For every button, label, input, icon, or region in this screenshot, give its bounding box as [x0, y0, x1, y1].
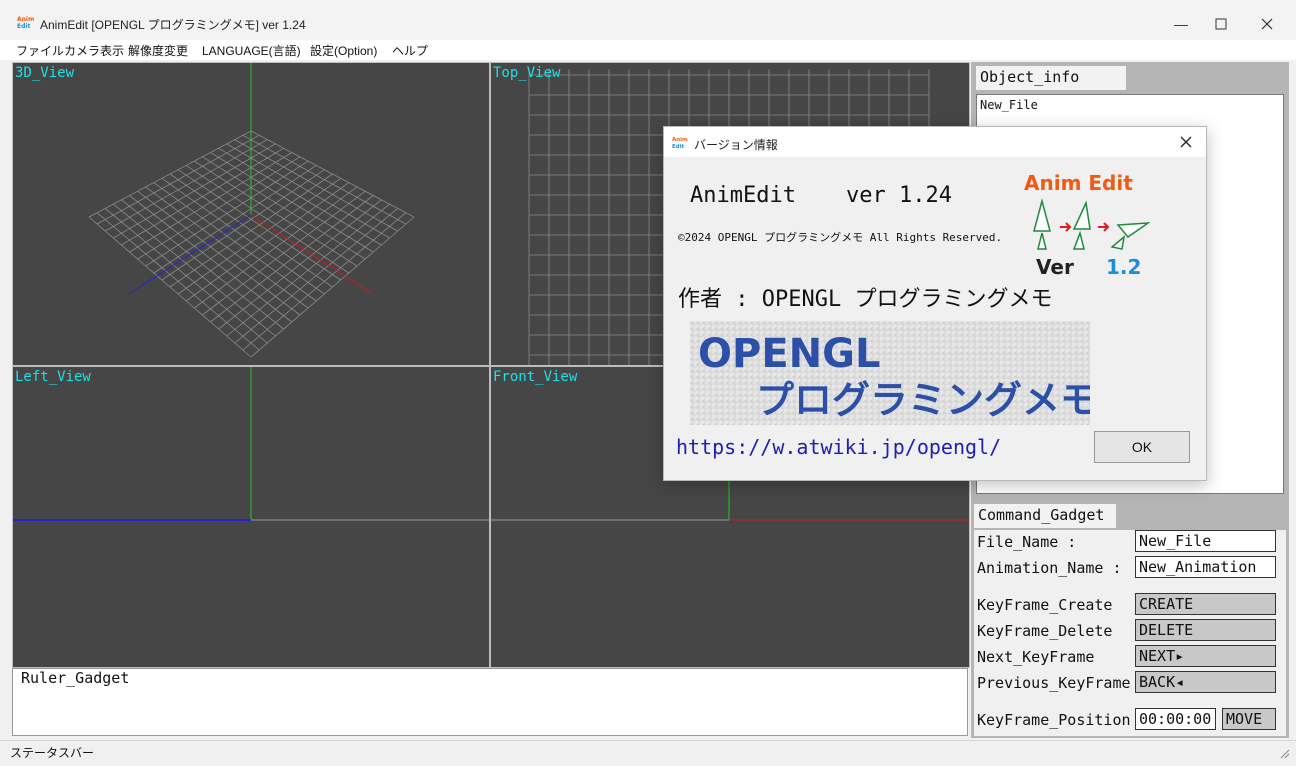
menu-language[interactable]: LANGUAGE(言語)	[202, 42, 301, 59]
opengl-memo-banner: OPENGL プログラミングメモ	[690, 321, 1090, 425]
logo-ver: Ver	[1036, 255, 1074, 279]
title-bar: Anim Edit AnimEdit [OPENGL プログラミングメモ] ve…	[0, 0, 1296, 40]
ruler-gadget-label: Ruler_Gadget	[21, 669, 130, 687]
dialog-body: AnimEdit ver 1.24 ©2024 OPENGL プログラミングメモ…	[664, 157, 1206, 480]
svg-text:Anim: Anim	[672, 137, 688, 143]
logo-title: Anim Edit	[1024, 171, 1133, 195]
axes-left	[13, 367, 489, 521]
menu-file[interactable]: ファイル	[16, 42, 64, 59]
animation-name-input[interactable]: New_Animation	[1135, 556, 1276, 578]
keyframe-position-label: KeyFrame_Position	[977, 711, 1131, 729]
animation-name-label: Animation_Name :	[977, 559, 1122, 577]
keyframe-create-label: KeyFrame_Create	[977, 596, 1113, 614]
dialog-close-button[interactable]	[1174, 132, 1198, 152]
grid-3d	[88, 63, 415, 358]
resize-grip-icon[interactable]	[1278, 747, 1290, 759]
app-name: AnimEdit	[690, 183, 796, 208]
file-name-input[interactable]: New_File	[1135, 530, 1276, 552]
menu-resolution[interactable]: 解像度変更	[128, 42, 188, 59]
keyframe-position-input[interactable]: 00:00:00	[1135, 708, 1216, 730]
about-dialog: Anim Edit バージョン情報 AnimEdit ver 1.24 ©202…	[663, 126, 1207, 481]
menu-camera[interactable]: カメラ表示	[64, 42, 124, 59]
author-text: 作者 : OPENGL プログラミングメモ	[678, 287, 1053, 312]
logo-arrows-icon	[1033, 198, 1151, 250]
maximize-button[interactable]	[1198, 10, 1244, 38]
viewport-3d-label: 3D_View	[15, 65, 75, 81]
maximize-icon	[1215, 18, 1227, 30]
ok-button[interactable]: OK	[1094, 431, 1190, 463]
status-text: ステータスバー	[10, 746, 95, 760]
website-link[interactable]: https://w.atwiki.jp/opengl/	[676, 435, 1001, 459]
keyframe-create-button[interactable]: CREATE	[1135, 593, 1276, 615]
next-keyframe-label: Next_KeyFrame	[977, 648, 1095, 666]
object-info-tab: Object_info	[976, 66, 1126, 90]
banner-line2: プログラミングメモ	[756, 378, 1090, 422]
main-window: Anim Edit AnimEdit [OPENGL プログラミングメモ] ve…	[0, 0, 1296, 766]
status-bar: ステータスバー	[0, 740, 1296, 763]
menu-bar: ファイル カメラ表示 解像度変更 LANGUAGE(言語) 設定(Option)…	[0, 40, 1296, 60]
close-button[interactable]	[1244, 10, 1290, 38]
command-gadget-tab: Command_Gadget	[974, 504, 1116, 528]
viewport-front-label: Front_View	[493, 369, 578, 385]
next-keyframe-button[interactable]: NEXT▸	[1135, 645, 1276, 667]
banner-line1: OPENGL	[698, 331, 880, 377]
viewport-top-label: Top_View	[493, 65, 561, 81]
menu-help[interactable]: ヘルプ	[392, 42, 428, 59]
close-icon	[1261, 18, 1273, 30]
ruler-gadget[interactable]: Ruler_Gadget	[12, 668, 968, 736]
keyframe-delete-label: KeyFrame_Delete	[977, 622, 1113, 640]
dialog-title-bar: Anim Edit バージョン情報	[664, 127, 1206, 157]
minimize-icon: —	[1174, 16, 1188, 32]
copyright-text: ©2024 OPENGL プログラミングメモ All Rights Reserv…	[678, 231, 1003, 244]
file-name-label: File_Name :	[977, 533, 1077, 551]
svg-text:Edit: Edit	[17, 23, 30, 30]
app-icon: Anim Edit	[17, 16, 34, 30]
list-item[interactable]: New_File	[980, 98, 1038, 112]
app-version: ver 1.24	[846, 183, 952, 208]
menu-settings[interactable]: 設定(Option)	[310, 42, 377, 59]
close-icon	[1180, 136, 1192, 148]
svg-text:Edit: Edit	[672, 144, 685, 149]
svg-text:Anim: Anim	[17, 16, 34, 23]
move-button[interactable]: MOVE	[1222, 708, 1276, 730]
previous-keyframe-label: Previous_KeyFrame	[977, 674, 1131, 692]
viewport-left[interactable]: Left_View	[12, 366, 490, 668]
keyframe-delete-button[interactable]: DELETE	[1135, 619, 1276, 641]
window-title: AnimEdit [OPENGL プログラミングメモ] ver 1.24	[40, 18, 306, 32]
dialog-app-icon: Anim Edit	[672, 137, 688, 149]
logo-version-number: 1.2	[1106, 255, 1142, 279]
viewport-left-label: Left_View	[15, 369, 91, 385]
viewport-3d[interactable]: 3D_View	[12, 62, 490, 366]
previous-keyframe-button[interactable]: BACK◂	[1135, 671, 1276, 693]
animedit-logo: Anim Edit Ver 1.2	[1020, 169, 1154, 293]
dialog-title: バージョン情報	[694, 138, 778, 152]
